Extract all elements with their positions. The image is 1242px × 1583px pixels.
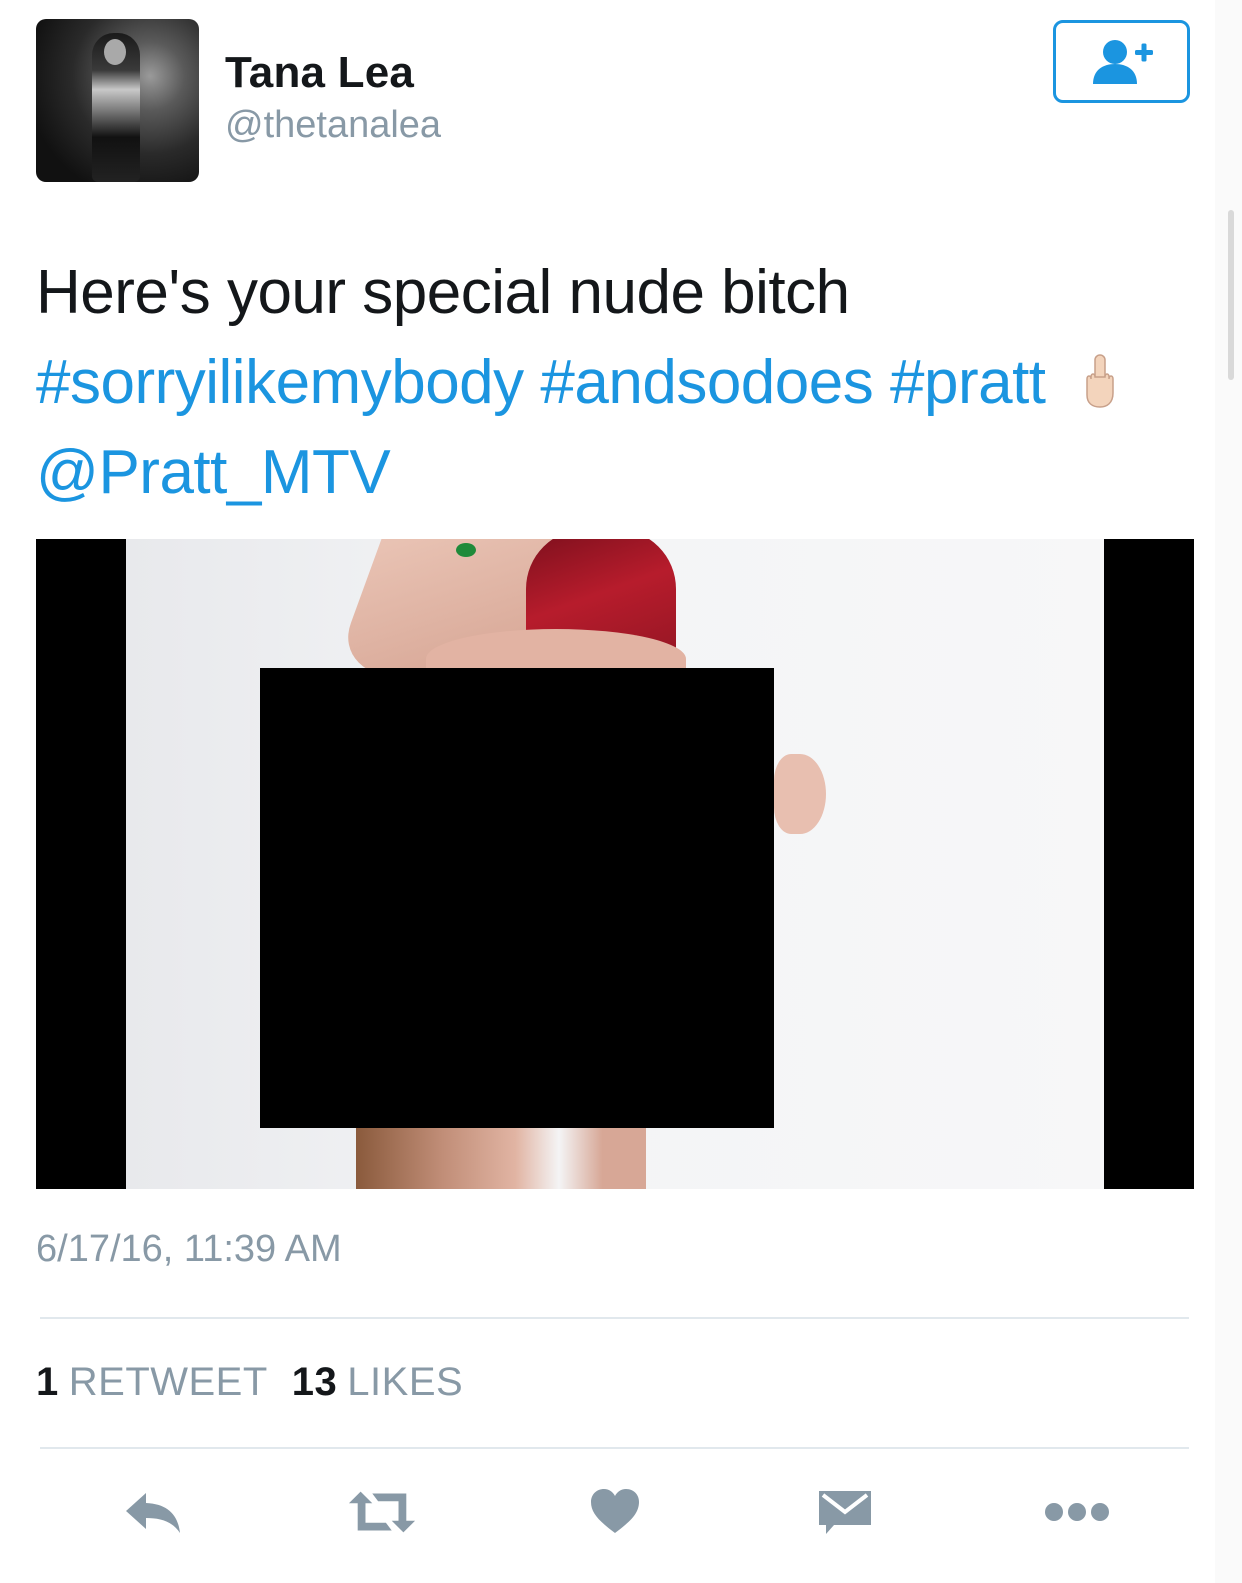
middle-finger-emoji-icon: [1086, 354, 1115, 408]
censor-box: [260, 668, 774, 1128]
tweet-stats: 1 RETWEET 13 LIKES: [36, 1360, 463, 1405]
envelope-icon: [819, 1491, 871, 1534]
photo-hand: [774, 754, 826, 834]
reply-icon: [126, 1493, 180, 1533]
direct-message-button[interactable]: [810, 1482, 880, 1542]
avatar-face: [104, 39, 126, 65]
retweet-icon: [348, 1491, 416, 1533]
likes-label: LIKES: [347, 1360, 464, 1404]
more-button[interactable]: [1042, 1482, 1112, 1542]
tweet-media[interactable]: [36, 539, 1194, 1189]
reply-button[interactable]: [118, 1482, 188, 1542]
more-icon: [1045, 1503, 1109, 1521]
retweet-label: RETWEET: [68, 1360, 268, 1404]
user-handle[interactable]: @thetanalea: [225, 104, 441, 147]
retweet-count: 1: [36, 1360, 59, 1404]
photo-candy: [456, 543, 476, 557]
retweet-stat[interactable]: 1 RETWEET: [36, 1360, 268, 1404]
mention-pratt-mtv[interactable]: @Pratt_MTV: [36, 438, 391, 507]
hashtag-pratt[interactable]: #pratt: [890, 348, 1046, 417]
divider: [40, 1447, 1189, 1449]
hashtag-line: #sorryilikemybody #andsodoes #pratt: [36, 338, 1196, 428]
likes-stat[interactable]: 13 LIKES: [292, 1360, 463, 1404]
avatar[interactable]: [36, 19, 199, 182]
action-bar: [0, 1482, 1242, 1552]
tweet-text: Here's your special nude bitch #sorryili…: [36, 248, 1196, 518]
retweet-button[interactable]: [347, 1482, 417, 1542]
scrollbar-thumb[interactable]: [1228, 210, 1234, 380]
tweet-text-line: Here's your special nude bitch: [36, 258, 850, 327]
photo-legs: [356, 1119, 646, 1189]
hashtag-andsodoes[interactable]: #andsodoes: [540, 348, 873, 417]
add-user-icon: [1092, 39, 1153, 84]
follow-button[interactable]: [1053, 20, 1190, 103]
tweet-timestamp: 6/17/16, 11:39 AM: [36, 1228, 342, 1270]
mention-line: @Pratt_MTV: [36, 428, 1196, 518]
divider: [40, 1317, 1189, 1319]
media-photo: [126, 539, 1104, 1189]
heart-icon: [591, 1489, 639, 1533]
hashtag-sorryilikemybody[interactable]: #sorryilikemybody: [36, 348, 524, 417]
display-name[interactable]: Tana Lea: [225, 48, 414, 98]
likes-count: 13: [291, 1360, 338, 1404]
like-button[interactable]: [580, 1482, 650, 1542]
